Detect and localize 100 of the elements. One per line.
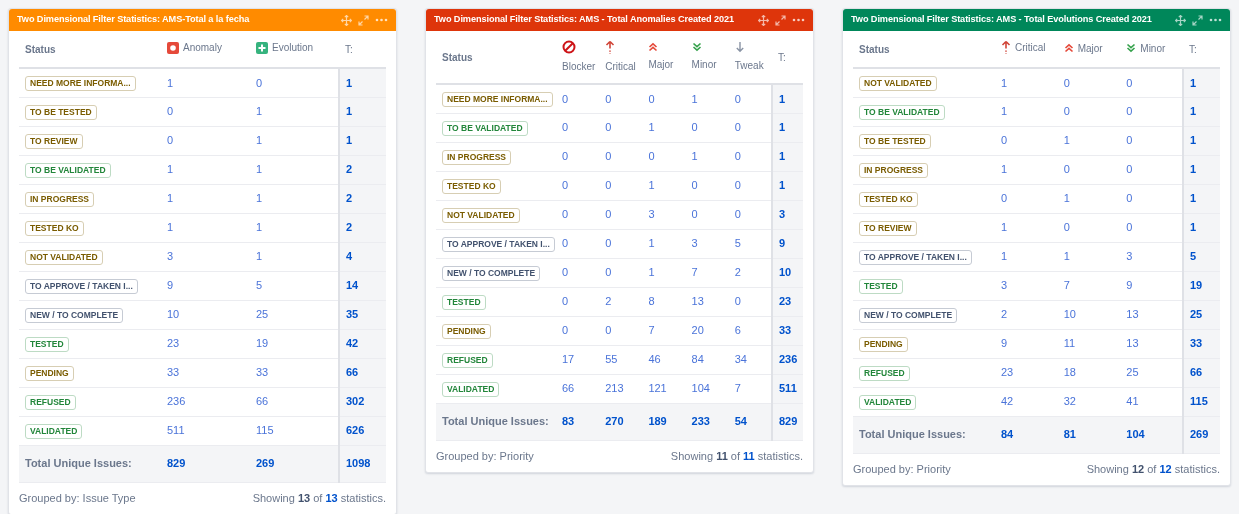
count-link[interactable]: 11: [743, 449, 755, 462]
count-cell: 7: [734, 382, 741, 395]
showing-text: Showing 13 of 13 statistics.: [252, 490, 386, 506]
count-cell: 0: [605, 266, 612, 279]
column-header: Critical: [1015, 40, 1046, 55]
status-lozenge: TESTED: [442, 295, 486, 310]
count-cell: 55: [605, 353, 618, 366]
count-cell: 25: [1126, 366, 1139, 379]
count-cell: 1: [256, 192, 263, 205]
status-lozenge: TO BE TESTED: [25, 105, 97, 120]
total-cell: 511: [779, 382, 797, 395]
count-cell: 1: [256, 105, 263, 118]
count-cell: 0: [1001, 134, 1008, 147]
total-cell: 1: [346, 134, 353, 147]
count-cell: 10: [1063, 308, 1076, 321]
count-cell: 0: [562, 179, 569, 192]
status-lozenge: NEW / TO COMPLETE: [859, 308, 958, 323]
status-lozenge: TESTED: [859, 279, 903, 294]
count-cell: 0: [562, 237, 569, 250]
count-cell: 5: [256, 279, 263, 292]
more-icon[interactable]: [792, 18, 805, 22]
count-cell: 1: [1063, 192, 1070, 205]
count-link[interactable]: 13: [325, 491, 338, 504]
status-lozenge: IN PROGRESS: [442, 150, 512, 165]
status-lozenge: TESTED KO: [442, 179, 501, 194]
count-cell: 2: [605, 295, 612, 308]
count-cell: 1: [167, 76, 174, 89]
status-lozenge: TO APPROVE / TAKEN I...: [859, 250, 972, 265]
column-header: Status: [442, 51, 473, 63]
move-icon[interactable]: [758, 14, 769, 26]
column-header: Status: [25, 43, 56, 55]
count-cell: 0: [734, 121, 741, 134]
status-lozenge: TO REVIEW: [25, 134, 83, 149]
column-header: Tweak: [734, 59, 765, 73]
count-cell: 115: [256, 424, 274, 437]
status-lozenge: REFUSED: [25, 395, 76, 410]
gadget-title: Two Dimensional Filter Statistics: AMS - Total Anomalies Created 2021: [434, 13, 734, 27]
count-cell: 0: [562, 324, 569, 337]
column-header: Critical: [605, 60, 637, 74]
status-lozenge: TO BE VALIDATED: [25, 163, 111, 178]
count-cell: 0: [562, 295, 569, 308]
count-cell: 1: [648, 266, 655, 279]
double-down-icon: [1126, 43, 1137, 54]
status-lozenge: PENDING: [25, 366, 74, 381]
count-cell: 104: [691, 382, 710, 395]
column-header: Major: [1077, 41, 1103, 56]
status-lozenge: REFUSED: [859, 366, 910, 381]
count-cell: 0: [605, 121, 612, 134]
up-arrow-icon: [605, 40, 616, 54]
total-cell: 54: [734, 415, 747, 428]
more-icon[interactable]: [375, 18, 388, 22]
down-arrow-icon: [734, 41, 745, 53]
total-cell: 1: [1190, 134, 1197, 147]
total-cell: 1: [1190, 76, 1197, 89]
more-icon[interactable]: [1209, 18, 1222, 22]
count-cell: 1: [256, 163, 263, 176]
total-cell: 1: [779, 121, 786, 134]
status-lozenge: TESTED KO: [859, 192, 918, 207]
total-label: Total Unique Issues:: [859, 428, 966, 441]
status-lozenge: TO BE VALIDATED: [859, 105, 945, 120]
total-cell: 1098: [346, 457, 371, 470]
count-cell: 511: [167, 424, 185, 437]
count-link[interactable]: 12: [1159, 462, 1172, 475]
double-down-icon: [691, 42, 702, 52]
gadget-title: Two Dimensional Filter Statistics: AMS-Total a la fecha: [17, 13, 250, 27]
count-cell: 0: [605, 150, 612, 163]
column-header: Minor: [1140, 41, 1166, 56]
total-cell: 10: [779, 266, 792, 279]
count-cell: 0: [605, 92, 612, 105]
count-cell: 1: [1063, 134, 1070, 147]
column-header: Evolution: [272, 41, 314, 56]
total-cell: 626: [346, 424, 365, 437]
count-cell: 0: [562, 266, 569, 279]
status-lozenge: VALIDATED: [859, 395, 917, 410]
count-cell: 1: [691, 150, 698, 163]
total-cell: 233: [691, 415, 710, 428]
status-lozenge: TESTED: [25, 337, 69, 352]
move-icon[interactable]: [1175, 14, 1186, 26]
count-cell: 33: [167, 366, 180, 379]
grouped-by-text: Grouped by: Priority: [436, 448, 534, 464]
count-cell: 0: [167, 134, 174, 147]
total-cell: 1: [1190, 105, 1197, 118]
count-cell: 0: [734, 92, 741, 105]
move-icon[interactable]: [341, 14, 352, 26]
count-cell: 0: [1063, 76, 1070, 89]
status-lozenge: PENDING: [442, 324, 491, 339]
total-cell: 189: [648, 415, 667, 428]
count-cell: 13: [691, 295, 704, 308]
count-cell: 18: [1063, 366, 1076, 379]
total-cell: 42: [346, 337, 359, 350]
expand-icon[interactable]: [775, 14, 786, 26]
count-cell: 66: [256, 395, 269, 408]
count-cell: 0: [1126, 105, 1133, 118]
total-label: Total Unique Issues:: [25, 457, 132, 470]
expand-icon[interactable]: [358, 14, 369, 26]
status-lozenge: REFUSED: [442, 353, 493, 368]
count-cell: 0: [1126, 134, 1133, 147]
total-cell: 5: [1190, 250, 1197, 263]
expand-icon[interactable]: [1192, 14, 1203, 26]
column-header: Minor: [691, 58, 718, 72]
